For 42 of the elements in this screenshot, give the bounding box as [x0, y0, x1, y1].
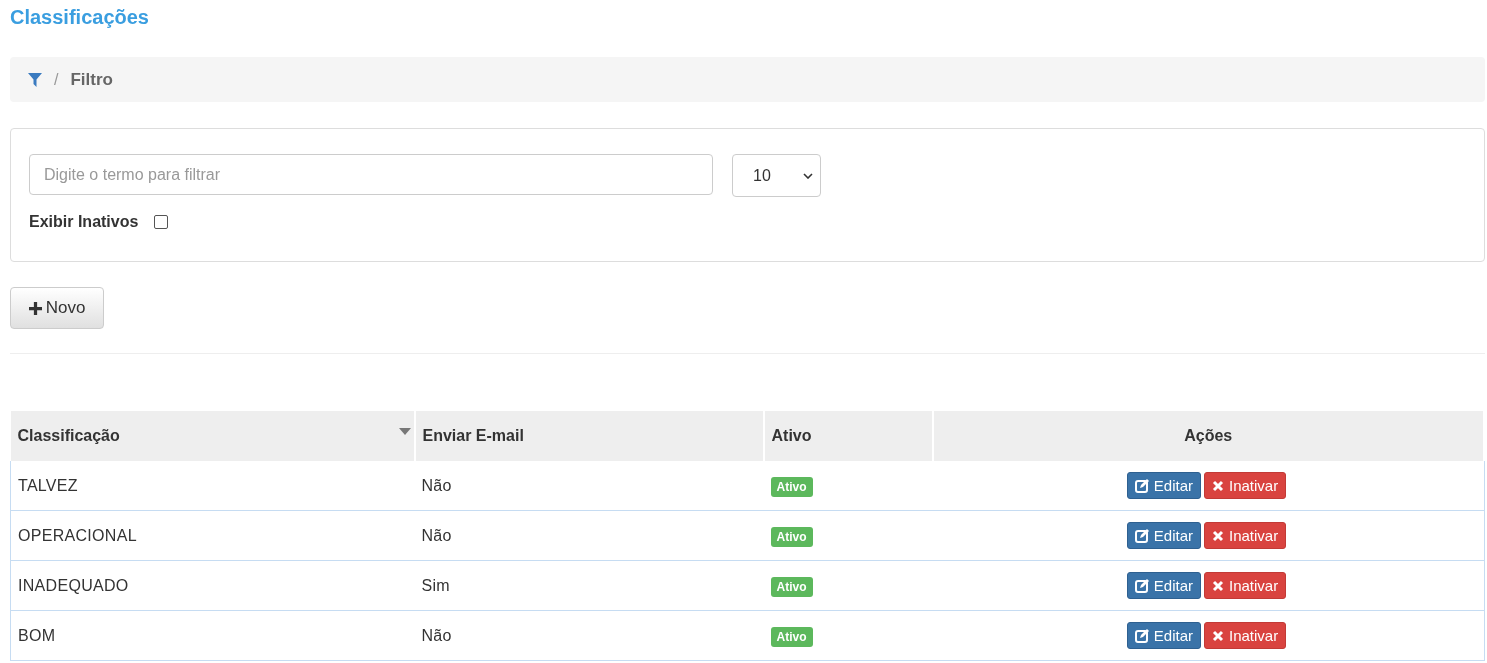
table-cell: Não [414, 610, 764, 661]
table-cell: BOM [10, 610, 415, 661]
search-field[interactable]: Digite o termo para filtrar [29, 154, 713, 195]
deactivate-button[interactable]: Inativar [1204, 522, 1287, 549]
checkbox-label: Exibir Inativos [29, 213, 139, 231]
edit-button[interactable]: Editar [1126, 472, 1201, 499]
column-header[interactable]: Ações [932, 411, 1484, 461]
close-icon [1212, 479, 1224, 492]
status-badge: Ativo [770, 576, 813, 597]
filter-icon [28, 72, 42, 87]
status-badge: Ativo [770, 476, 813, 497]
column-header[interactable]: Classificação [10, 411, 415, 461]
table-cell: Não [414, 510, 764, 561]
table-cell: TALVEZ [10, 461, 415, 511]
breadcrumb-separator: / [54, 70, 59, 89]
edit-button[interactable]: Editar [1126, 572, 1201, 599]
edit-icon [1134, 578, 1149, 593]
edit-icon [1134, 628, 1149, 643]
column-header[interactable]: Enviar E-mail [414, 411, 764, 461]
deactivate-button[interactable]: Inativar [1204, 572, 1287, 599]
deactivate-button[interactable]: Inativar [1204, 472, 1287, 499]
edit-icon [1134, 478, 1149, 493]
table-cell: INADEQUADO [10, 560, 415, 611]
chevron-icon [803, 172, 813, 179]
table-cell: Não [414, 461, 764, 511]
edit-button[interactable]: Editar [1126, 522, 1201, 549]
table-cell: Sim [414, 560, 764, 611]
page-title: Classificações [10, 5, 150, 30]
page-size-select[interactable]: 10 [732, 154, 821, 197]
column-header[interactable]: Ativo [763, 411, 933, 461]
edit-icon [1134, 528, 1149, 543]
plus-icon [28, 301, 42, 315]
deactivate-button[interactable]: Inativar [1204, 622, 1287, 649]
new-button[interactable]: Novo [10, 287, 104, 329]
close-icon [1212, 579, 1224, 592]
edit-button[interactable]: Editar [1126, 622, 1201, 649]
table-cell: OPERACIONAL [10, 510, 415, 561]
status-badge: Ativo [770, 626, 813, 647]
breadcrumb-item: Filtro [70, 69, 113, 90]
close-icon [1212, 529, 1224, 542]
close-icon [1212, 629, 1224, 642]
status-badge: Ativo [770, 526, 813, 547]
